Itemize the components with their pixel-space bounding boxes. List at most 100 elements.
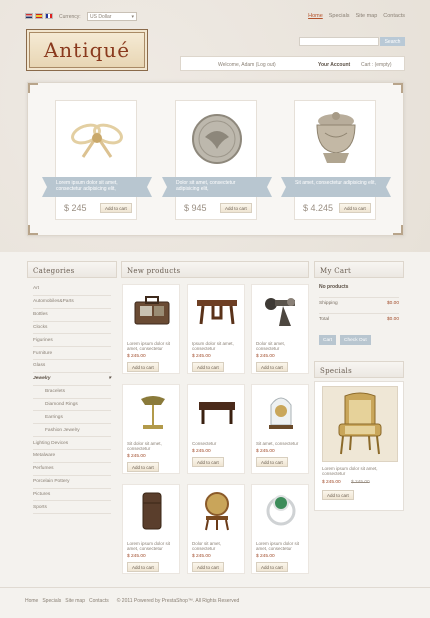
- frame-corner: [28, 83, 38, 93]
- machine-icon[interactable]: [258, 289, 304, 333]
- add-to-cart-button[interactable]: Add to cart: [220, 203, 252, 213]
- product-name[interactable]: Sit dolor sit amet, consectetur: [127, 441, 179, 451]
- category-item[interactable]: Furniture: [33, 347, 111, 361]
- category-subitem[interactable]: Fashion Jewelry: [33, 424, 111, 438]
- add-to-cart-button[interactable]: Add to cart: [127, 562, 159, 573]
- search-button[interactable]: Search: [380, 37, 405, 46]
- category-item[interactable]: Glass: [33, 360, 111, 373]
- category-item[interactable]: Sports: [33, 501, 111, 515]
- category-item[interactable]: Metalware: [33, 450, 111, 463]
- clock-dome-icon[interactable]: [258, 389, 304, 433]
- bow-ornament-icon[interactable]: [66, 109, 128, 169]
- category-label: Pictures: [33, 491, 51, 497]
- category-subitem[interactable]: Earrings: [33, 411, 111, 425]
- product-name[interactable]: Consectetur: [192, 441, 244, 446]
- coin-icon[interactable]: [186, 109, 248, 169]
- nav-sitemap[interactable]: Site map: [356, 13, 378, 19]
- categories-title: Categories: [27, 261, 117, 278]
- footer-divider: [0, 587, 430, 588]
- nav-home[interactable]: Home: [308, 13, 323, 19]
- slide-caption: Dolor sit amet, consectetur adipisicing …: [162, 177, 272, 197]
- flag-es-icon[interactable]: [35, 13, 43, 19]
- cart-link[interactable]: Cart : (empty): [361, 62, 392, 68]
- top-nav: Home Specials Site map Contacts: [308, 13, 405, 19]
- add-to-cart-button[interactable]: Add to cart: [100, 203, 132, 213]
- flag-en-icon[interactable]: [25, 13, 33, 19]
- category-item[interactable]: Porcelain Pottery: [33, 476, 111, 489]
- frame-corner: [28, 225, 38, 235]
- category-item[interactable]: Perfumes: [33, 463, 111, 476]
- category-item[interactable]: Jewelry ▾: [33, 373, 111, 386]
- category-label: Clocks: [33, 324, 48, 330]
- special-name[interactable]: Lorem ipsum dolor sit amet, consectetur: [322, 466, 398, 476]
- currency-select[interactable]: US Dollar ▾: [87, 12, 137, 21]
- category-item[interactable]: Clocks: [33, 322, 111, 335]
- category-subitem[interactable]: Bracelets: [33, 386, 111, 399]
- desk-lamp-icon[interactable]: [129, 389, 175, 433]
- cart-empty-text: No products: [319, 284, 349, 290]
- add-to-cart-button[interactable]: Add to cart: [192, 362, 224, 373]
- slide-price: $ 4.245: [303, 203, 334, 213]
- category-label: Fashion Jewelry: [45, 427, 80, 433]
- product-name[interactable]: Dolor sit amet, consectetur: [192, 541, 244, 551]
- product-name[interactable]: Dolor sit amet, consectetur: [256, 341, 308, 351]
- jewelry-box-icon[interactable]: [305, 109, 367, 169]
- add-to-cart-button[interactable]: Add to cart: [256, 562, 288, 573]
- suitcase-icon[interactable]: [129, 289, 175, 333]
- globe-icon[interactable]: [194, 489, 240, 533]
- cart-button[interactable]: Cart: [319, 335, 337, 345]
- nav-specials[interactable]: Specials: [329, 13, 350, 19]
- product-name[interactable]: Ipsum dolor sit amet, consectetur: [192, 341, 244, 351]
- add-to-cart-button[interactable]: Add to cart: [127, 362, 159, 373]
- nav-contacts[interactable]: Contacts: [383, 13, 405, 19]
- ring-icon[interactable]: [258, 489, 304, 533]
- product-name[interactable]: Sit amet, consectetur: [256, 441, 308, 446]
- slide-card: Dolor sit amet, consectetur adipisicing …: [162, 100, 272, 220]
- category-label: Bottles: [33, 312, 48, 318]
- logo-text: Antiqué: [29, 32, 145, 68]
- logo[interactable]: Antiqué: [26, 29, 148, 71]
- category-item[interactable]: Bottles: [33, 309, 111, 322]
- flag-fr-icon[interactable]: [45, 13, 53, 19]
- category-item[interactable]: Pictures: [33, 489, 111, 502]
- product-name[interactable]: Lorem ipsum dolor sit amet, consectetur: [127, 341, 179, 351]
- armchair-icon[interactable]: [322, 386, 398, 462]
- footer-link-specials[interactable]: Specials: [42, 598, 61, 604]
- total-row: Total $0.00: [319, 313, 399, 325]
- category-item[interactable]: Lighting Devices: [33, 437, 111, 450]
- add-to-cart-button[interactable]: Add to cart: [192, 562, 224, 573]
- product-price: $ 245.00: [192, 354, 211, 360]
- checkout-button[interactable]: Check Out: [340, 335, 371, 345]
- add-to-cart-button[interactable]: Add to cart: [256, 457, 288, 468]
- product-card: Dolor sit amet, consectetur $ 245.00 Add t…: [251, 284, 309, 374]
- product-name[interactable]: Lorem ipsum dolor sit amet, consectetur: [127, 541, 179, 551]
- shipping-label: Shipping: [319, 301, 338, 306]
- table-icon[interactable]: [194, 289, 240, 333]
- category-label: Figurines: [33, 337, 53, 343]
- footer-link-home[interactable]: Home: [25, 598, 38, 604]
- add-to-cart-button[interactable]: Add to cart: [322, 490, 354, 500]
- add-to-cart-button[interactable]: Add to cart: [192, 457, 224, 468]
- product-price: $ 245.00: [256, 449, 275, 455]
- product-name[interactable]: Lorem ipsum dolor sit amet, consectetur: [256, 541, 308, 551]
- footer-link-sitemap[interactable]: Site map: [65, 598, 85, 604]
- slide-price: $ 245: [64, 203, 87, 213]
- search-input[interactable]: [299, 37, 379, 46]
- product-price: $ 245.00: [192, 449, 211, 455]
- category-item[interactable]: Automobiles&Parts: [33, 296, 111, 309]
- category-subitem[interactable]: Diamond Rings: [33, 399, 111, 412]
- topbar: Currency: US Dollar ▾ Home Specials Site…: [25, 11, 405, 23]
- add-to-cart-button[interactable]: Add to cart: [339, 203, 371, 213]
- low-table-icon[interactable]: [194, 389, 240, 433]
- category-label: Lighting Devices: [33, 440, 69, 446]
- category-item[interactable]: Art: [33, 283, 111, 296]
- shipping-row: Shipping $0.00: [319, 297, 399, 309]
- total-value: $0.00: [386, 317, 399, 322]
- welcome-text[interactable]: Welcome, Adam (Log out): [218, 62, 276, 68]
- add-to-cart-button[interactable]: Add to cart: [256, 362, 288, 373]
- lighter-icon[interactable]: [129, 489, 175, 533]
- footer-link-contacts[interactable]: Contacts: [89, 598, 109, 604]
- category-item[interactable]: Figurines: [33, 334, 111, 348]
- add-to-cart-button[interactable]: Add to cart: [127, 462, 159, 473]
- account-link[interactable]: Your Account: [318, 62, 350, 68]
